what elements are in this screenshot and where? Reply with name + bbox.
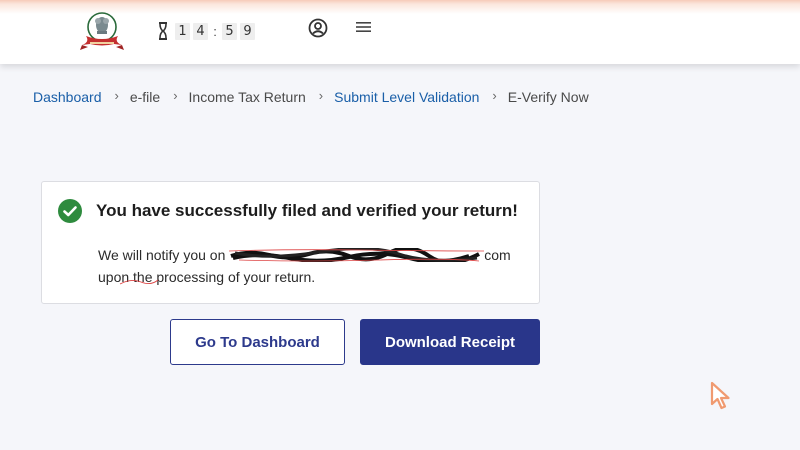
breadcrumb-dashboard[interactable]: Dashboard [33,89,102,105]
red-underline-mark [119,279,159,285]
breadcrumb-efile: e-file [129,89,161,105]
breadcrumb-separator: › [173,87,178,103]
breadcrumb: Dashboard › e-file › Income Tax Return ›… [33,87,589,106]
hamburger-menu-icon[interactable] [356,21,371,33]
timer-digit: 1 [175,22,190,40]
success-card: You have successfully filed and verified… [41,181,540,304]
government-emblem-icon[interactable] [74,10,130,54]
go-to-dashboard-button[interactable]: Go To Dashboard [170,319,345,365]
message-prefix: We will notify you on [98,247,226,263]
redacted-email-scribble [229,248,485,263]
timer-digit: 9 [240,22,255,40]
breadcrumb-separator: › [492,87,497,103]
timer-digit: 4 [193,22,208,40]
timer-separator: : [213,23,217,39]
download-receipt-button[interactable]: Download Receipt [360,319,540,365]
session-timer: 1 4 : 5 9 [156,22,258,40]
breadcrumb-e-verify-now: E-Verify Now [507,89,589,105]
check-circle-icon [58,199,82,223]
mouse-cursor-icon [710,381,730,410]
breadcrumb-submit-level-validation[interactable]: Submit Level Validation [334,89,479,105]
breadcrumb-income-tax-return: Income Tax Return [188,89,306,105]
email-suffix: com [484,247,511,263]
success-title: You have successfully filed and verified… [96,201,518,220]
top-header: 1 4 : 5 9 [0,0,800,64]
success-message: We will notify you on com upon the proce… [98,244,538,288]
hourglass-icon [159,22,167,40]
breadcrumb-separator: › [318,87,324,103]
timer-digit: 5 [222,22,237,40]
user-circle-icon[interactable] [308,18,328,38]
breadcrumb-separator: › [114,87,119,103]
